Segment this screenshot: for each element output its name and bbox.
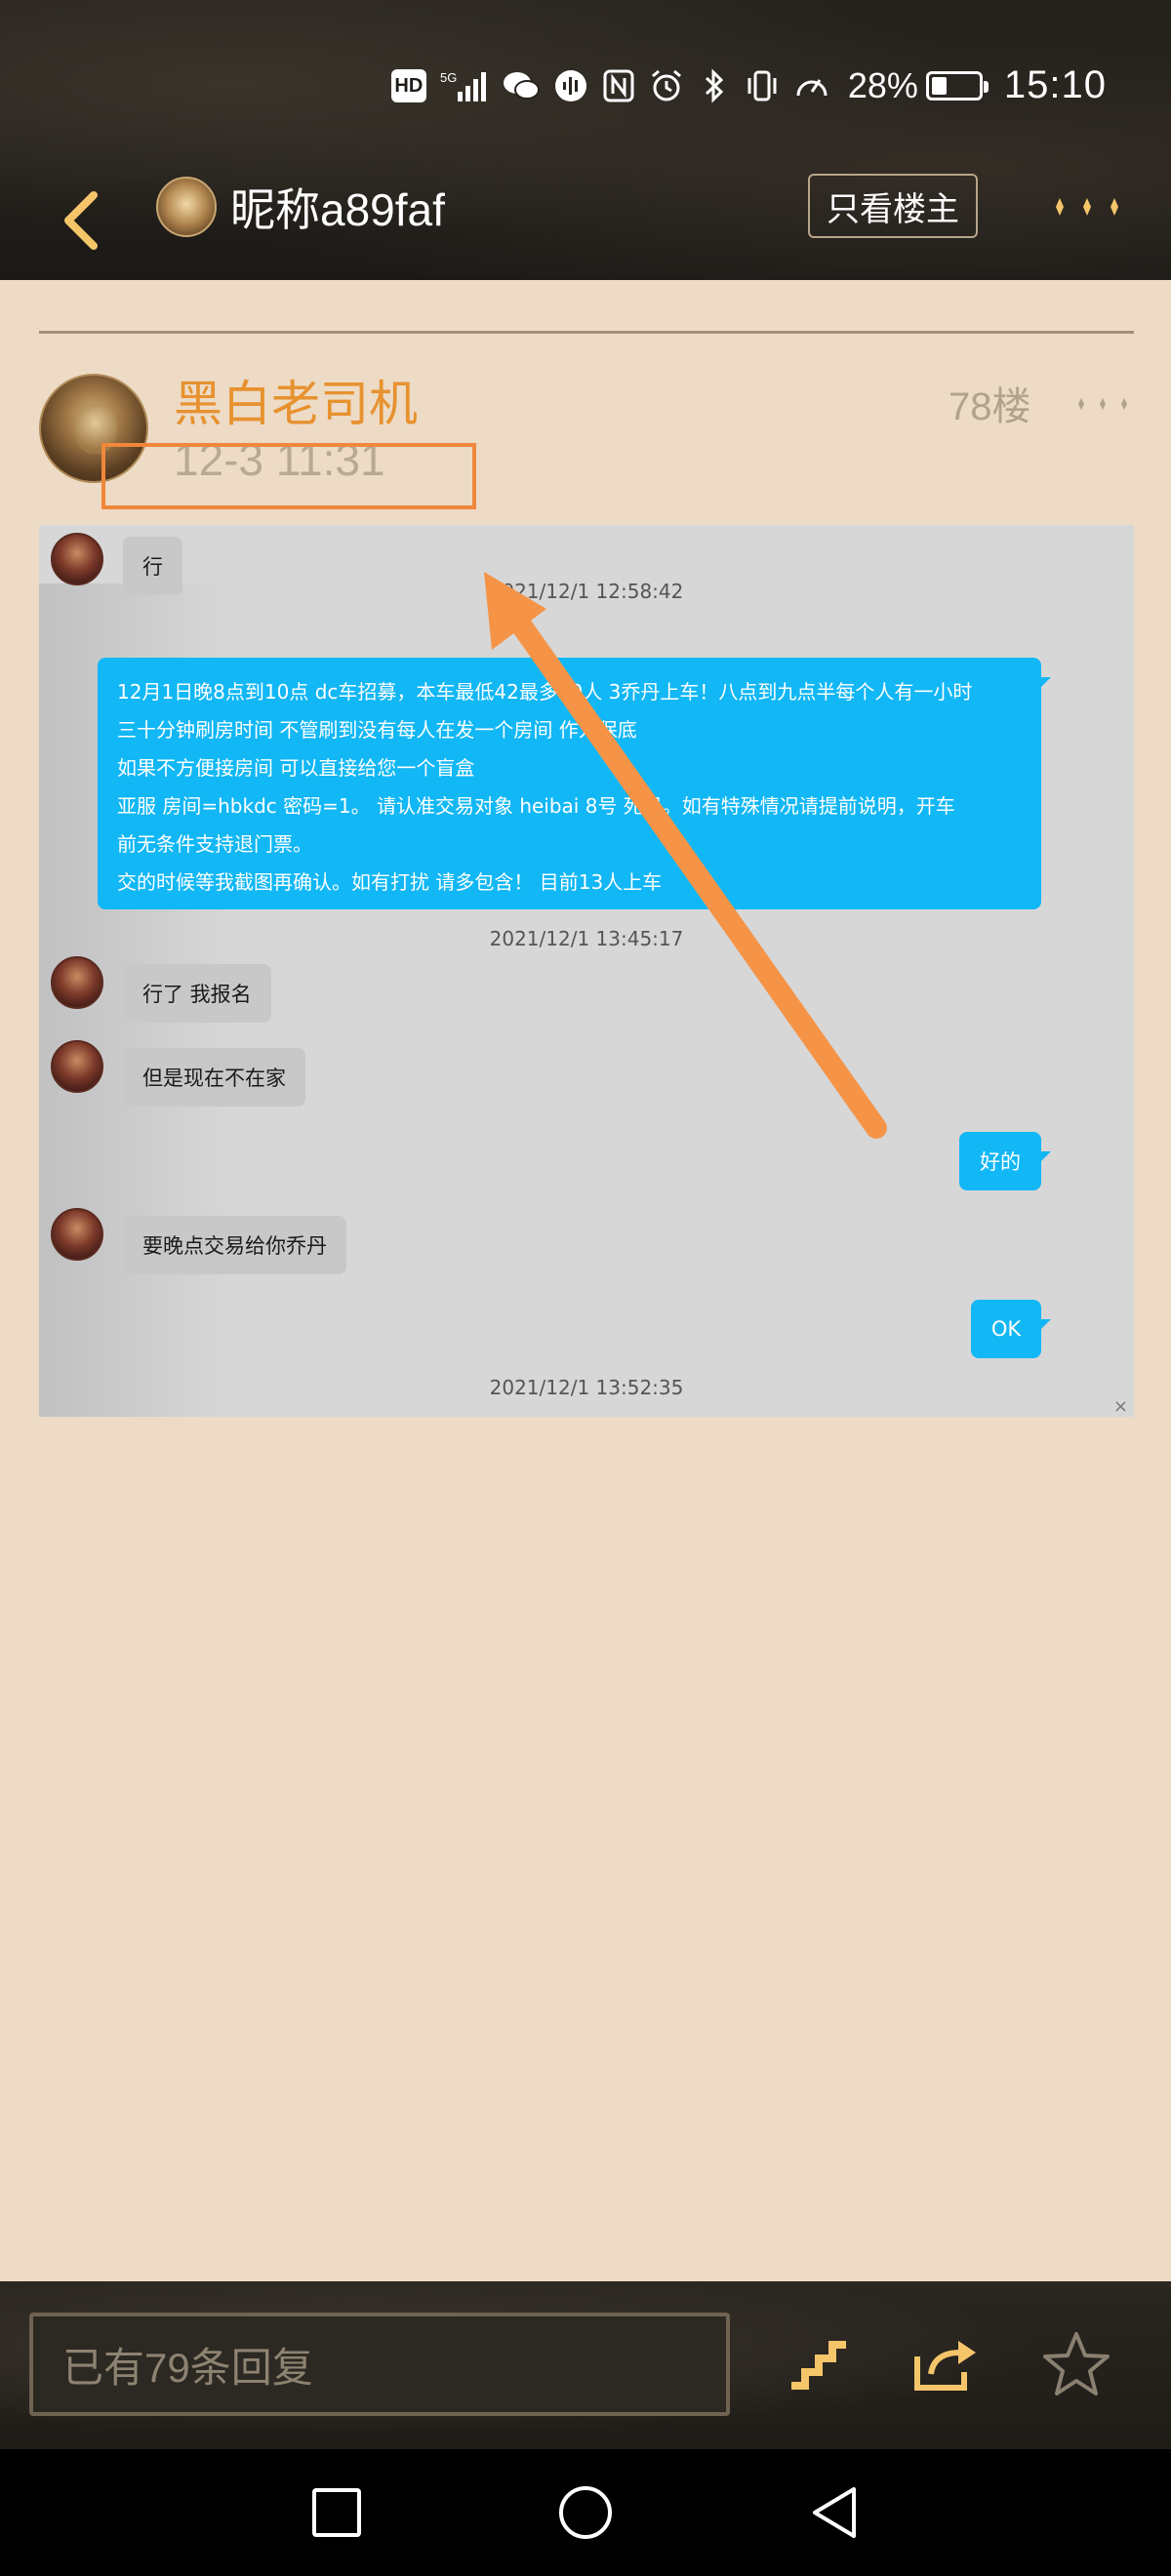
system-nav-bar [0, 2449, 1171, 2576]
back-button[interactable] [51, 183, 109, 258]
share-button[interactable] [902, 2320, 989, 2408]
home-button[interactable] [542, 2469, 629, 2556]
post-author[interactable]: 黑白老司机 [174, 365, 418, 435]
battery-percent: 28% [847, 64, 918, 105]
time-highlight-box [101, 443, 476, 509]
only-op-button[interactable]: 只看楼主 [808, 174, 978, 238]
top-header: HD 5G 28% 15:10 昵称a89faf 只看楼主 [0, 0, 1171, 280]
battery-fill [931, 76, 947, 95]
floor-number: 78楼 [949, 385, 1031, 428]
chevron-left-icon [64, 191, 98, 250]
circle-home-icon [559, 2486, 612, 2539]
vibrate-icon [745, 66, 780, 105]
back-nav-button[interactable] [790, 2469, 878, 2556]
alarm-icon [649, 66, 684, 105]
nfc-icon [602, 66, 635, 105]
status-bar: HD 5G 28% 15:10 [0, 0, 1171, 171]
wechat-icon [503, 66, 540, 105]
bluetooth-icon [698, 66, 731, 105]
more-dots-icon [1078, 398, 1127, 410]
more-dots-icon [1056, 198, 1118, 216]
star-icon [1043, 2332, 1110, 2395]
speed-icon [793, 66, 830, 105]
post-image-chat-screenshot[interactable]: 行 2021/12/1 12:58:42 12月1日晚8点到10点 dc车招募，… [39, 525, 1134, 1417]
post-more-button[interactable] [1071, 386, 1134, 422]
triangle-back-icon [813, 2487, 856, 2538]
favorite-button[interactable] [1032, 2320, 1120, 2408]
signal-5g-icon: 5G [440, 66, 489, 105]
share-icon [914, 2341, 976, 2391]
more-button[interactable] [1046, 185, 1128, 228]
voice-icon [553, 66, 588, 105]
network-label: 5G [440, 70, 457, 85]
reply-input[interactable]: 已有79条回复 [29, 2313, 730, 2416]
hd-icon: HD [390, 68, 426, 102]
battery-icon [925, 70, 989, 101]
recents-button[interactable] [293, 2469, 381, 2556]
clock: 15:10 [1003, 63, 1107, 106]
annotation-arrow [484, 572, 887, 1139]
status-icons: HD 5G [390, 66, 830, 105]
thread-title: 昵称a89faf [230, 184, 445, 235]
toolbar: 昵称a89faf 只看楼主 [0, 166, 1171, 280]
divider [39, 331, 1134, 334]
square-recents-icon [312, 2488, 361, 2537]
thread-avatar[interactable] [156, 177, 217, 237]
stairs-icon [791, 2341, 846, 2390]
stairs-button[interactable] [775, 2320, 863, 2408]
bottom-action-bar: 已有79条回复 [0, 2281, 1171, 2449]
